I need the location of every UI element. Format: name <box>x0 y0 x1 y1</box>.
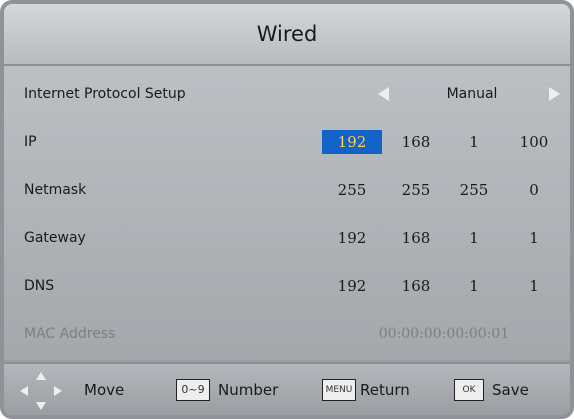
gateway-octet-4[interactable]: 1 <box>504 226 564 250</box>
dns-row[interactable]: DNS 192 168 1 1 <box>4 262 570 310</box>
gateway-label: Gateway <box>24 230 86 246</box>
ip-octet-3[interactable]: 1 <box>444 130 504 154</box>
save-label: Save <box>492 381 529 399</box>
netmask-octet-4[interactable]: 0 <box>504 178 564 202</box>
settings-panel: Internet Protocol Setup Manual IP 192 16… <box>4 66 570 360</box>
dialog-title: Wired <box>4 4 570 66</box>
gateway-row[interactable]: Gateway 192 168 1 1 <box>4 214 570 262</box>
netmask-octet-2[interactable]: 255 <box>386 178 446 202</box>
mac-address-value: 00:00:00:00:00:01 <box>378 326 510 342</box>
dns-octet-4[interactable]: 1 <box>504 274 564 298</box>
dns-octet-1[interactable]: 192 <box>322 274 382 298</box>
ip-row[interactable]: IP 192 168 1 100 <box>4 118 570 166</box>
dns-label: DNS <box>24 278 55 294</box>
ip-octet-4[interactable]: 100 <box>504 130 564 154</box>
arrow-left-icon[interactable] <box>378 87 389 101</box>
arrow-right-icon[interactable] <box>549 87 560 101</box>
help-bar: Move 0~9 Number MENU Return OK Save <box>4 362 570 415</box>
protocol-label: Internet Protocol Setup <box>24 86 186 102</box>
ok-key-icon: OK <box>454 379 484 401</box>
protocol-mode-value[interactable]: Manual <box>417 70 527 118</box>
move-label: Move <box>84 381 125 399</box>
dns-octet-3[interactable]: 1 <box>444 274 504 298</box>
dns-octet-2[interactable]: 168 <box>386 274 446 298</box>
dpad-icon <box>20 372 62 410</box>
number-label: Number <box>218 381 279 399</box>
gateway-octet-3[interactable]: 1 <box>444 226 504 250</box>
netmask-octet-1[interactable]: 255 <box>322 178 382 202</box>
gateway-octet-1[interactable]: 192 <box>322 226 382 250</box>
ip-label: IP <box>24 134 37 150</box>
mac-label: MAC Address <box>24 326 116 342</box>
netmask-row[interactable]: Netmask 255 255 255 0 <box>4 166 570 214</box>
wired-dialog: Wired Internet Protocol Setup Manual IP … <box>0 0 574 419</box>
ip-octet-2[interactable]: 168 <box>386 130 446 154</box>
protocol-row[interactable]: Internet Protocol Setup Manual <box>4 70 570 118</box>
menu-key-icon: MENU <box>322 379 356 401</box>
netmask-label: Netmask <box>24 182 87 198</box>
mac-row: MAC Address 00:00:00:00:00:01 <box>4 310 570 358</box>
number-key-icon: 0~9 <box>176 379 210 401</box>
return-label: Return <box>360 381 410 399</box>
netmask-octet-3[interactable]: 255 <box>444 178 504 202</box>
gateway-octet-2[interactable]: 168 <box>386 226 446 250</box>
ip-octet-1[interactable]: 192 <box>322 130 382 154</box>
